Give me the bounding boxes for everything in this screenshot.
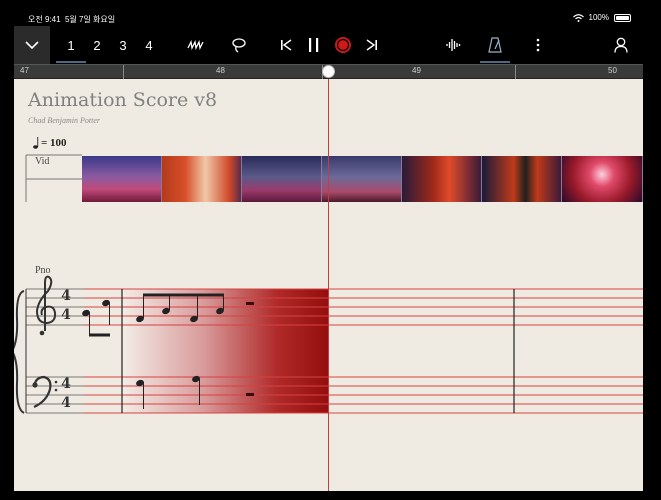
skip-forward-icon (366, 39, 377, 51)
bar-number-50: 50 (608, 66, 617, 75)
ruler-bar-line (123, 65, 124, 79)
pen-button[interactable] (184, 26, 208, 64)
bar-number-47: 47 (20, 66, 29, 75)
time-signature-top: 4 (61, 376, 71, 392)
account-icon (614, 37, 628, 53)
treble-staff-lines (26, 288, 643, 326)
wifi-icon (572, 13, 584, 22)
score-canvas[interactable]: Animation Score v8 Chad Benjamin Potter … (14, 79, 643, 491)
account-button[interactable] (610, 26, 632, 64)
battery-percent: 100% (588, 13, 609, 22)
chevron-down-icon (25, 40, 39, 49)
note-group[interactable] (135, 293, 225, 323)
grand-staff-brace (14, 290, 25, 414)
ruler-bar-line (515, 65, 516, 79)
metronome-icon (488, 37, 502, 53)
lasso-button[interactable] (228, 26, 250, 64)
pen-icon (187, 40, 204, 50)
staff-button-2[interactable]: 2 (88, 26, 106, 64)
staff-button-1[interactable]: 1 (62, 26, 80, 64)
more-icon (536, 38, 540, 52)
note-group[interactable] (81, 299, 111, 337)
lasso-icon (232, 38, 246, 53)
time-signature-top: 4 (61, 288, 71, 304)
status-time: 오전 9:41 5월 7일 화요일 (28, 15, 116, 24)
home-indicator-bar (0, 491, 661, 500)
metronome-active-indicator (480, 61, 510, 63)
waveform-icon (446, 39, 461, 51)
skip-back-button[interactable] (276, 26, 296, 64)
treble-clef-icon (35, 275, 57, 336)
time-signature-bottom: 4 (61, 395, 71, 411)
pause-icon (309, 38, 319, 52)
time-signature-bottom: 4 (61, 307, 71, 323)
metronome-button[interactable] (484, 26, 506, 64)
pause-button[interactable] (304, 26, 324, 64)
selected-staff-indicator (56, 61, 86, 63)
record-icon (335, 37, 351, 53)
bass-staff-lines (26, 376, 643, 414)
record-button[interactable] (332, 26, 354, 64)
bar-number-49: 49 (412, 66, 421, 75)
bar-number-48: 48 (216, 66, 225, 75)
menu-chevron-button[interactable] (14, 26, 50, 64)
staff-button-3[interactable]: 3 (114, 26, 132, 64)
skip-back-icon (281, 39, 292, 51)
bass-clef-icon (32, 375, 58, 408)
playhead-handle[interactable] (322, 65, 335, 78)
status-bar: 오전 9:41 5월 7일 화요일 100% (0, 0, 661, 26)
half-rest-icon[interactable] (246, 393, 254, 396)
staff-button-4[interactable]: 4 (140, 26, 158, 64)
more-button[interactable] (530, 26, 546, 64)
skip-forward-button[interactable] (362, 26, 382, 64)
battery-icon (614, 13, 631, 22)
half-rest-icon[interactable] (246, 302, 254, 305)
waveform-button[interactable] (442, 26, 464, 64)
playhead-line (328, 79, 329, 491)
toolbar: 1 2 3 4 (0, 26, 661, 64)
